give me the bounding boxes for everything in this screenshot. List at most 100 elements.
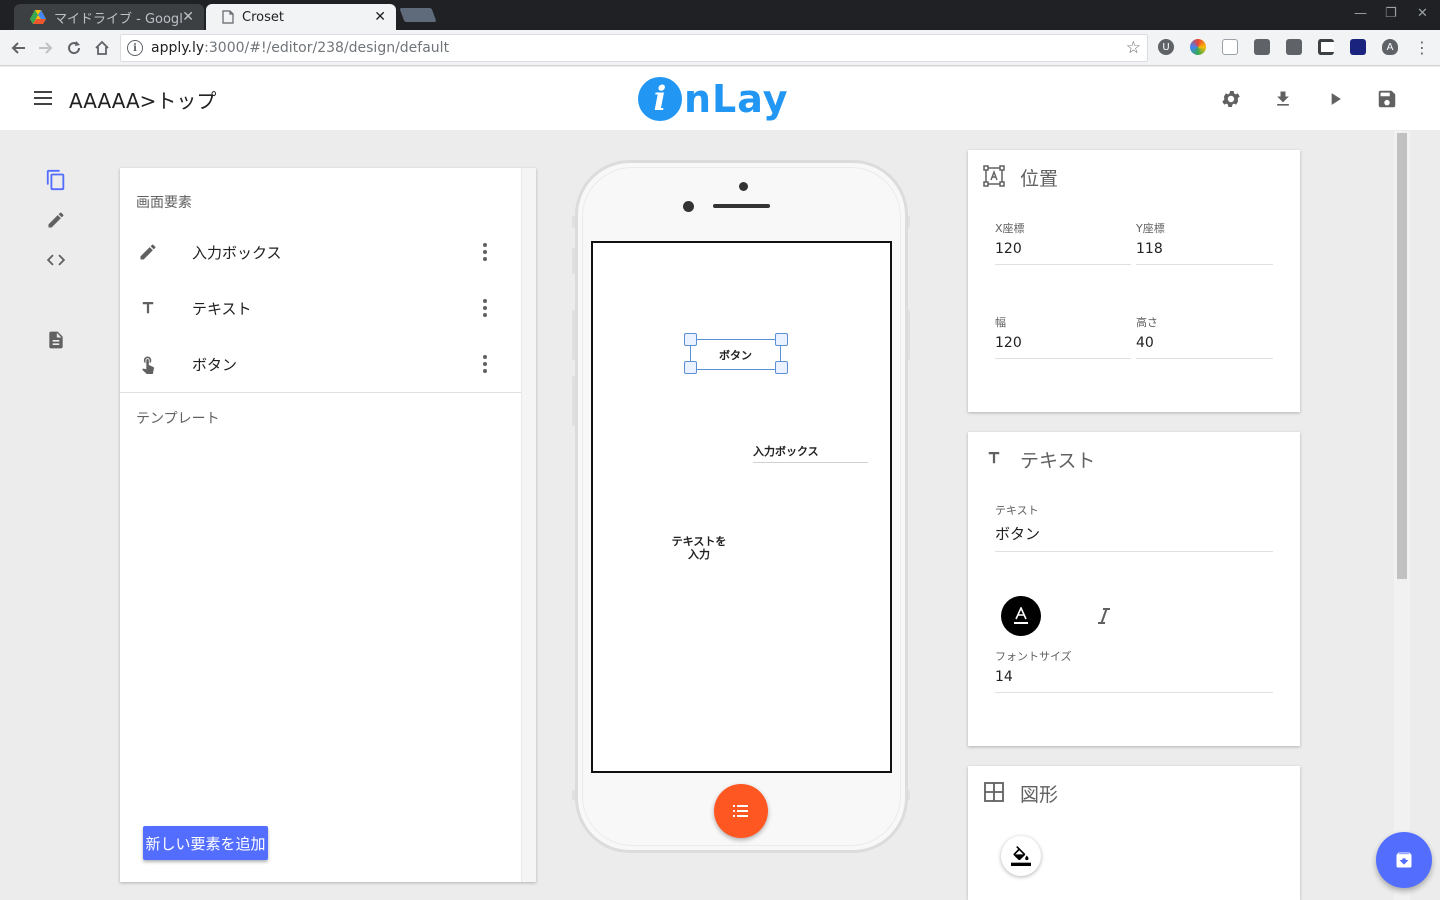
paint-bucket-icon [1011, 846, 1031, 866]
x-field[interactable]: X座標 120 [995, 220, 1131, 265]
resize-handle-top-left[interactable] [684, 333, 697, 346]
text-icon [136, 296, 160, 320]
app-header: AAAAA>トップ i nLay [0, 67, 1440, 130]
extension-color-icon[interactable] [1190, 39, 1206, 55]
more-vert-icon[interactable] [482, 299, 488, 317]
canvas-input-element[interactable]: 入力ボックス [753, 443, 868, 463]
angular-icon[interactable]: A [1382, 39, 1398, 55]
extension-u-icon[interactable]: U [1158, 39, 1174, 55]
document-icon[interactable] [44, 328, 68, 352]
more-vert-icon[interactable] [482, 243, 488, 261]
page-scrollbar[interactable] [1394, 131, 1410, 900]
restore-icon[interactable]: ❐ [1385, 6, 1397, 21]
list-item-label: テキスト [192, 299, 252, 318]
text-content-label: テキスト [995, 504, 1039, 517]
minimize-icon[interactable]: — [1354, 6, 1367, 21]
phone-sensor [683, 201, 694, 212]
close-window-icon[interactable]: ✕ [1417, 6, 1428, 21]
text-content-value[interactable]: ボタン [995, 523, 1273, 552]
chrome-menu-icon[interactable]: ⋮ [1414, 38, 1430, 57]
font-size-value[interactable]: 14 [995, 669, 1273, 693]
extension-dark-icon[interactable] [1350, 39, 1366, 55]
list-item-label: 入力ボックス [192, 243, 282, 262]
fill-color-button[interactable] [1001, 836, 1041, 876]
add-element-button[interactable]: 新しい要素を追加 [143, 826, 268, 860]
y-value[interactable]: 118 [1136, 241, 1273, 265]
canvas-button-label: ボタン [719, 348, 752, 362]
extension-c-icon[interactable] [1318, 39, 1334, 55]
element-list-fab[interactable] [714, 784, 768, 838]
tab-croset[interactable]: Croset ✕ [206, 4, 396, 30]
canvas-button-element[interactable]: ボタン [690, 339, 781, 370]
bookmark-star-icon[interactable]: ☆ [1126, 38, 1141, 58]
url-host: apply.ly [151, 40, 205, 56]
list-item-text[interactable]: テキスト [120, 280, 520, 336]
extension-cal-icon[interactable] [1222, 39, 1238, 55]
position-card: 位置 X座標 120 Y座標 118 幅 120 高さ 40 [968, 150, 1300, 412]
text-content-field[interactable]: テキスト ボタン [995, 502, 1273, 552]
close-tab-icon[interactable]: ✕ [182, 9, 194, 25]
list-item-button[interactable]: ボタン [120, 336, 520, 392]
italic-icon [1098, 608, 1110, 624]
list-icon [733, 805, 748, 817]
shape-card-title: 図形 [1020, 784, 1059, 806]
inlay-logo: i nLay [638, 73, 808, 125]
height-value[interactable]: 40 [1136, 335, 1273, 359]
logo-mark: i [638, 77, 682, 121]
camera-icon[interactable] [1254, 39, 1270, 55]
pencil-icon [136, 240, 160, 264]
close-tab-icon[interactable]: ✕ [374, 9, 386, 25]
settings-icon[interactable] [1219, 87, 1243, 111]
edit-icon[interactable] [44, 208, 68, 232]
section-elements-heading: 画面要素 [136, 195, 192, 211]
menu-icon[interactable] [34, 91, 52, 105]
forward-icon[interactable] [34, 36, 58, 60]
reload-icon[interactable] [62, 36, 86, 60]
width-field[interactable]: 幅 120 [995, 314, 1131, 359]
tab-title: マイドライブ - Google [54, 11, 183, 27]
section-templates-heading: テンプレート [136, 411, 220, 427]
resize-handle-top-right[interactable] [775, 333, 788, 346]
back-icon[interactable] [6, 36, 30, 60]
archive-icon [1396, 852, 1412, 868]
italic-button[interactable] [1084, 596, 1124, 636]
more-vert-icon[interactable] [482, 355, 488, 373]
width-label: 幅 [995, 316, 1006, 329]
resize-handle-bottom-right[interactable] [775, 361, 788, 374]
code-icon[interactable] [44, 248, 68, 272]
text-card: テキスト テキスト ボタン フォントサイズ 14 [968, 432, 1300, 746]
browser-toolbar: i apply.ly:3000/#!/editor/238/design/def… [0, 30, 1440, 66]
x-value[interactable]: 120 [995, 241, 1131, 265]
list-item-label: ボタン [192, 355, 238, 374]
list-item-input-box[interactable]: 入力ボックス [120, 224, 520, 280]
font-size-field[interactable]: フォントサイズ 14 [995, 648, 1273, 693]
play-icon[interactable] [1323, 87, 1347, 111]
address-bar[interactable]: i apply.ly:3000/#!/editor/238/design/def… [120, 34, 1148, 62]
home-icon[interactable] [90, 36, 114, 60]
y-label: Y座標 [1136, 222, 1165, 235]
mail-icon[interactable] [1286, 39, 1302, 55]
archive-fab[interactable] [1376, 832, 1432, 888]
document-icon [222, 10, 234, 24]
pages-icon[interactable] [44, 168, 68, 192]
google-drive-icon [30, 10, 46, 24]
x-label: X座標 [995, 222, 1025, 235]
design-canvas[interactable]: ボタン 入力ボックス テキストを入力 [591, 241, 892, 773]
font-color-button[interactable] [1001, 596, 1041, 636]
height-field[interactable]: 高さ 40 [1136, 314, 1273, 359]
position-card-title: 位置 [1020, 168, 1059, 190]
canvas-text-element[interactable]: テキストを入力 [669, 535, 729, 561]
tab-google-drive[interactable]: マイドライブ - Google ✕ [14, 4, 204, 30]
url-path: :3000/#!/editor/238/design/default [204, 40, 450, 56]
info-icon[interactable]: i [127, 40, 143, 56]
scrollbar-thumb[interactable] [1397, 133, 1407, 579]
font-size-label: フォントサイズ [995, 650, 1072, 663]
height-label: 高さ [1136, 316, 1158, 329]
resize-handle-bottom-left[interactable] [684, 361, 697, 374]
panel-scrollbar[interactable] [521, 168, 536, 882]
width-value[interactable]: 120 [995, 335, 1131, 359]
save-icon[interactable] [1375, 87, 1399, 111]
new-tab-button[interactable] [399, 8, 437, 22]
y-field[interactable]: Y座標 118 [1136, 220, 1273, 265]
download-icon[interactable] [1271, 87, 1295, 111]
